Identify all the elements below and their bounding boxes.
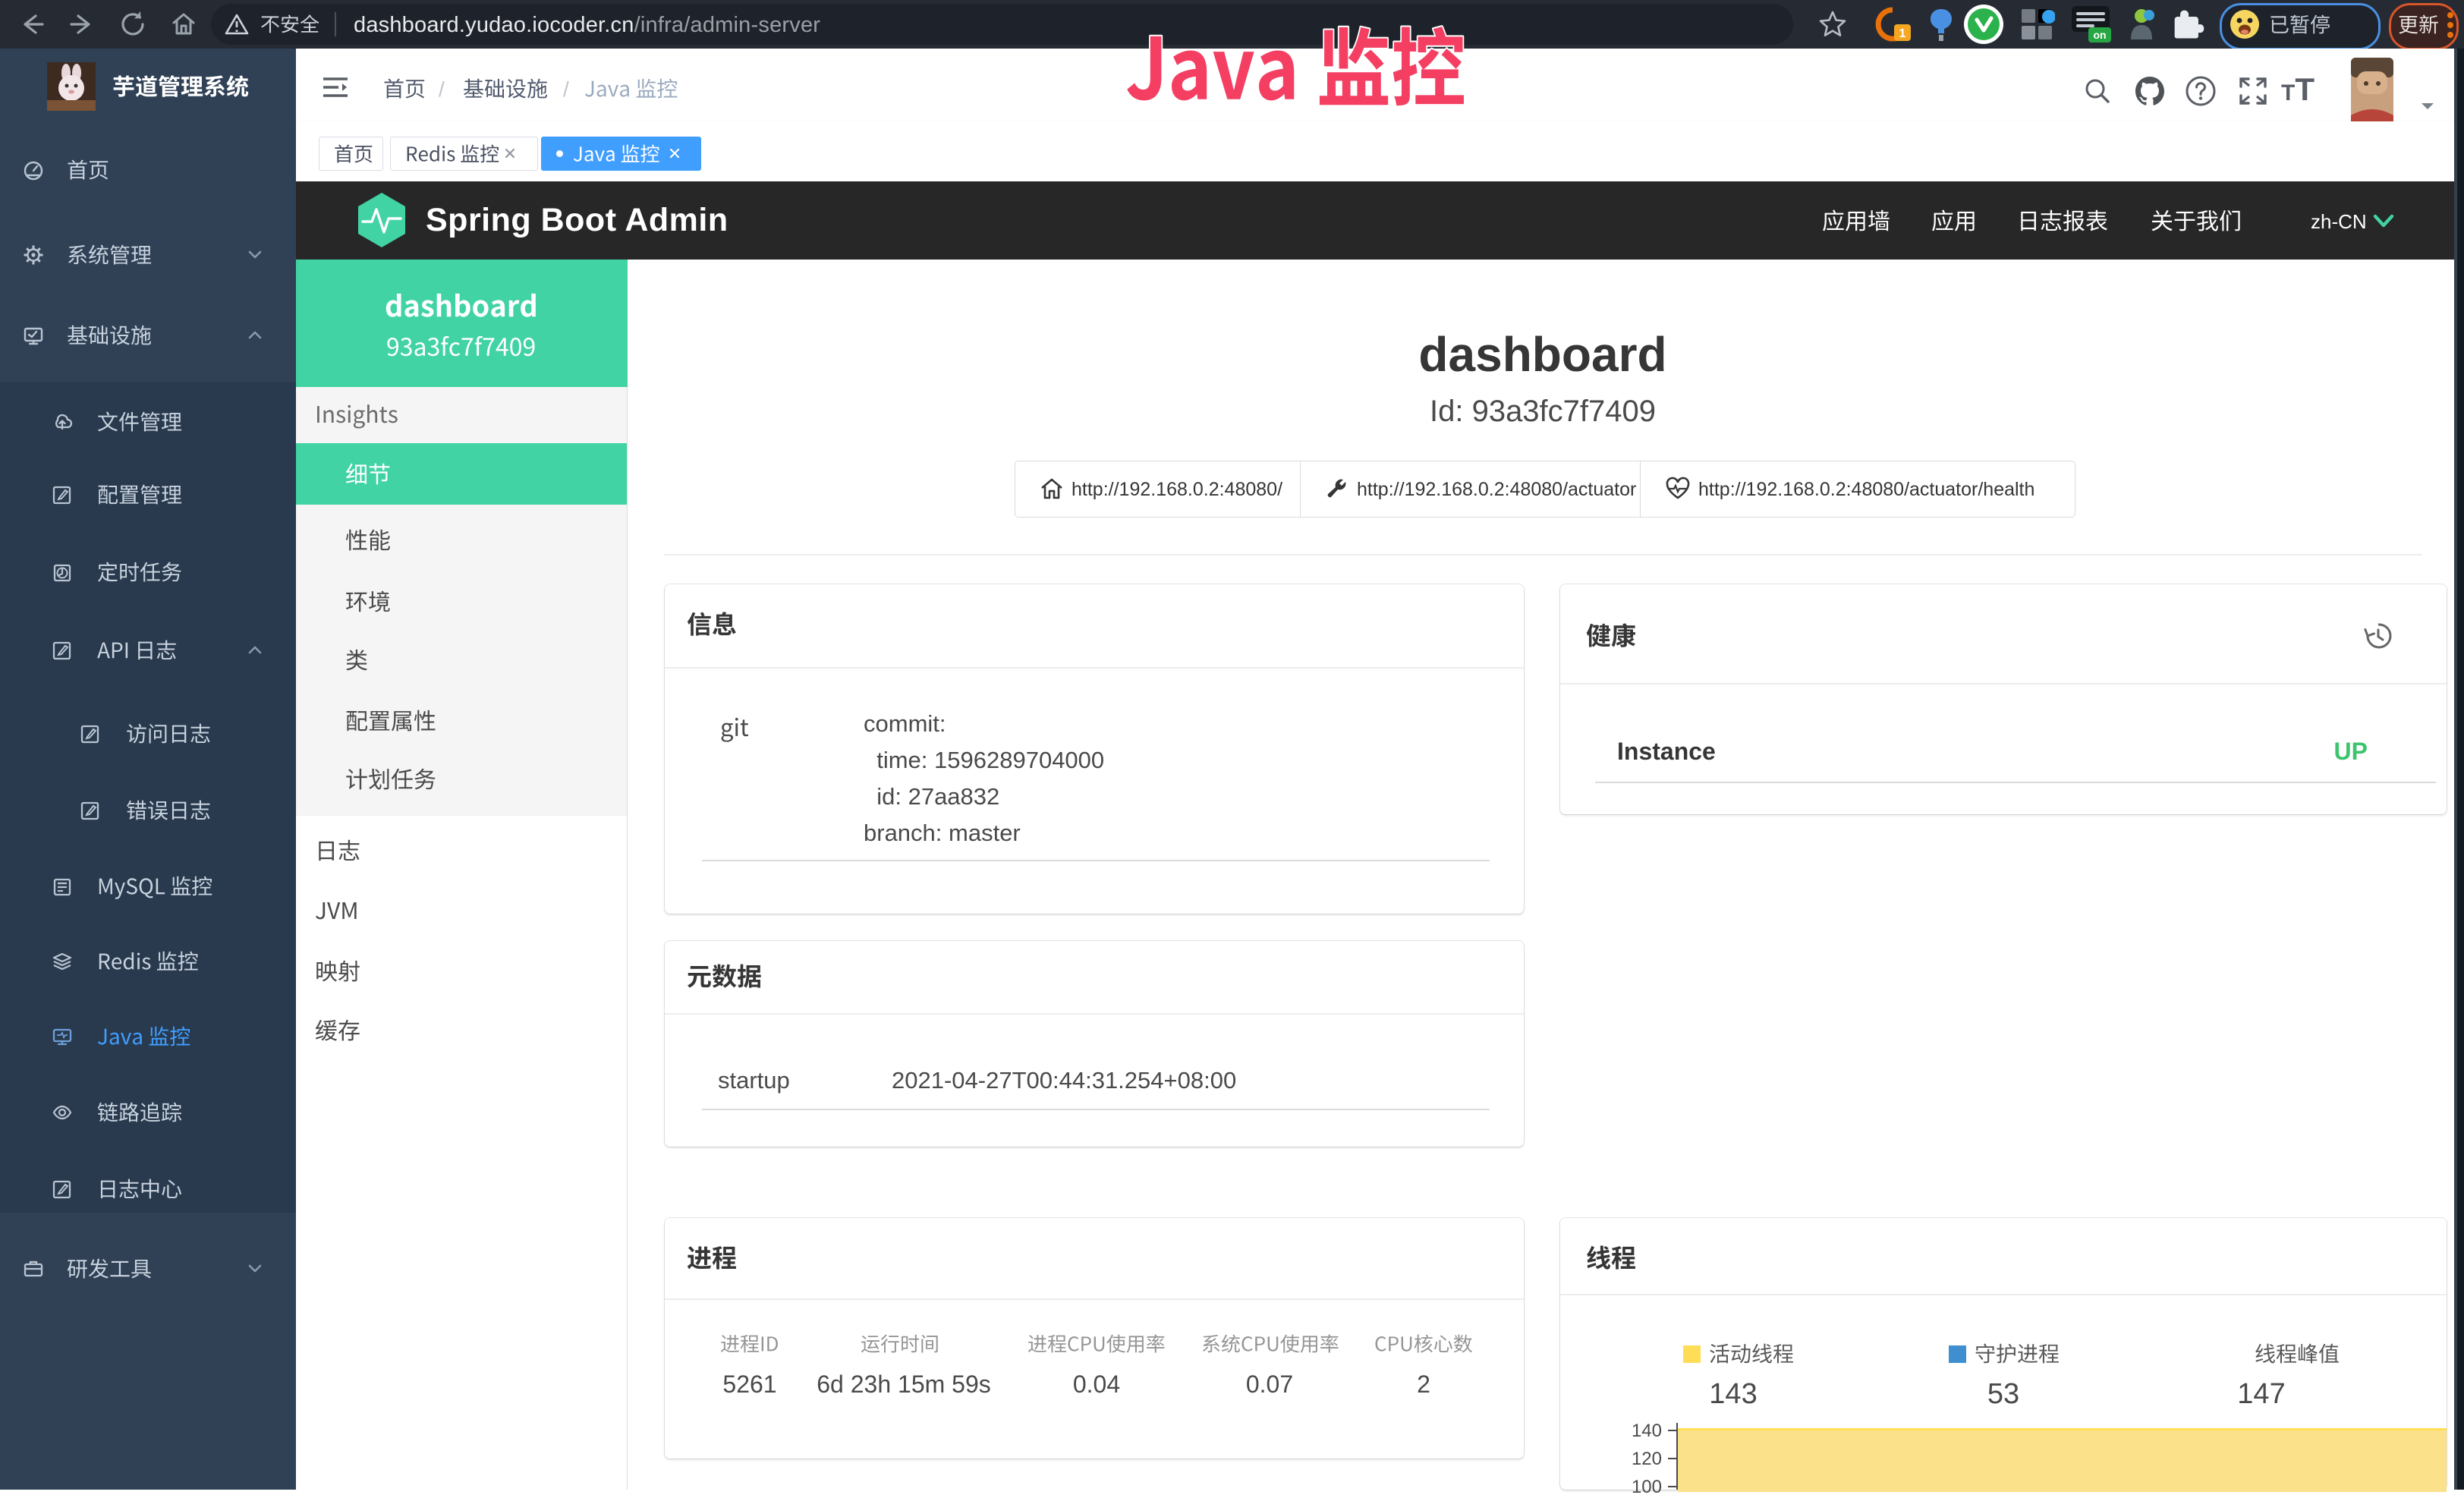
svg-text:1: 1 [1899, 27, 1906, 40]
svg-text:on: on [2093, 29, 2106, 41]
